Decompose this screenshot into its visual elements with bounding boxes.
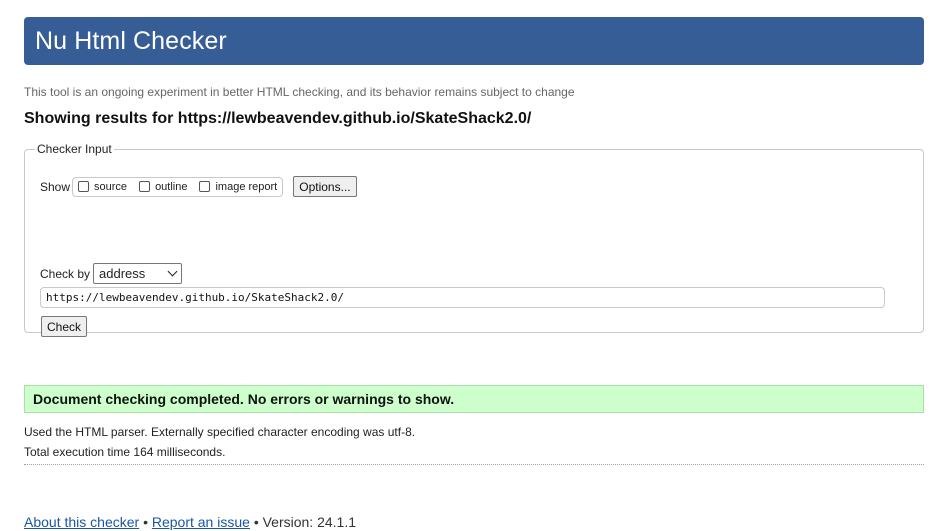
check-button[interactable]: Check (41, 316, 88, 337)
source-checkbox[interactable]: source (78, 181, 127, 193)
source-checkbox-box[interactable] (78, 181, 90, 192)
image-report-checkbox[interactable]: image report (199, 181, 277, 193)
page: Nu Html Checker This tool is an ongoing … (0, 0, 940, 531)
footer: About this checker • Report an issue • V… (24, 514, 356, 530)
image-report-checkbox-label: image report (215, 180, 278, 193)
check-by-select[interactable]: address (93, 263, 183, 284)
about-checker-link[interactable]: About this checker (24, 514, 139, 530)
outline-checkbox[interactable]: outline (139, 181, 187, 193)
parser-info: Used the HTML parser. Externally specifi… (24, 425, 416, 439)
outline-checkbox-box[interactable] (139, 181, 151, 192)
footer-separator: • (253, 514, 259, 530)
options-button[interactable]: Options... (293, 176, 357, 197)
success-message: Document checking completed. No errors o… (24, 385, 924, 413)
tagline: This tool is an ongoing experiment in be… (24, 85, 575, 99)
image-report-checkbox-box[interactable] (199, 181, 211, 192)
document-url-value: https://lewbeavendev.github.io/SkateShac… (46, 291, 345, 304)
check-by-row: Check by address (40, 263, 183, 284)
chevron-down-icon (167, 266, 178, 277)
divider (24, 464, 924, 465)
outline-checkbox-label: outline (155, 180, 188, 193)
footer-separator: • (143, 514, 148, 530)
version-text: Version: 24.1.1 (262, 514, 357, 530)
execution-time: Total execution time 164 milliseconds. (24, 445, 226, 459)
page-header: Nu Html Checker (24, 17, 924, 65)
show-label: Show (40, 179, 71, 194)
report-issue-link[interactable]: Report an issue (152, 514, 250, 530)
check-by-label: Check by (40, 266, 91, 281)
show-checkbox-group: source outline image report (72, 176, 284, 197)
source-checkbox-label: source (94, 180, 128, 193)
showing-results-heading: Showing results for https://lewbeavendev… (24, 110, 532, 127)
show-options-row: Show source outline image report Options… (40, 176, 357, 197)
result-details: Used the HTML parser. Externally specifi… (24, 422, 924, 462)
checker-input-fieldset: Checker Input Show source outline image … (24, 142, 924, 337)
checker-input-legend: Checker Input (37, 142, 112, 156)
document-url-input[interactable]: https://lewbeavendev.github.io/SkateShac… (40, 287, 885, 308)
check-by-selected-value: address (99, 266, 146, 281)
page-title: Nu Html Checker (35, 26, 227, 55)
